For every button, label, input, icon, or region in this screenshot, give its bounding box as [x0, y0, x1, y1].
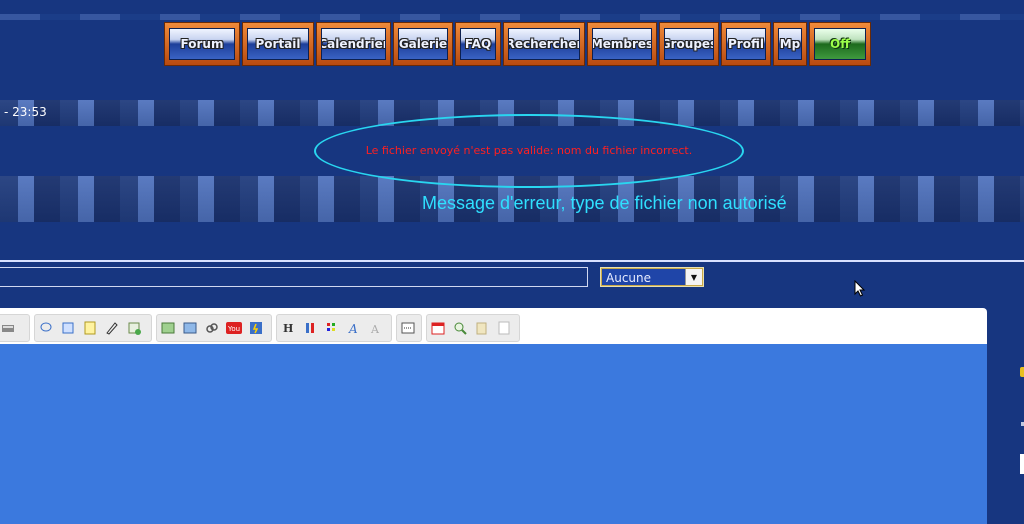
nav-galerie-label: Galerie: [398, 28, 448, 60]
svg-text:A: A: [348, 322, 358, 335]
error-annotation: Message d'erreur, type de fichier non au…: [422, 193, 787, 213]
nav-membres-button[interactable]: Membres: [587, 22, 657, 66]
nav-rechercher-button[interactable]: Rechercher: [503, 22, 585, 66]
link-icon[interactable]: [201, 318, 223, 338]
font-color-icon[interactable]: [299, 318, 321, 338]
add-icon[interactable]: [123, 318, 145, 338]
nav-off-label: Off: [814, 28, 866, 60]
toolbar-group-3: You: [156, 314, 272, 342]
svg-text:H: H: [283, 322, 293, 335]
image-icon[interactable]: [157, 318, 179, 338]
toolbar-group-4: H A A: [276, 314, 392, 342]
quote-icon[interactable]: [57, 318, 79, 338]
svg-text:You: You: [227, 325, 240, 333]
grid-icon[interactable]: [321, 318, 343, 338]
nav-calendrier-label: Calendrier: [321, 28, 386, 60]
subject-input[interactable]: [0, 267, 588, 287]
divider-line: [0, 260, 1024, 262]
chevron-down-icon[interactable]: ▼: [685, 269, 702, 285]
nav-groupes-button[interactable]: Groupes: [659, 22, 719, 66]
youtube-icon[interactable]: You: [223, 318, 245, 338]
nav-profil-button[interactable]: Profil: [721, 22, 771, 66]
toolbar-group-2: [34, 314, 152, 342]
font-icon[interactable]: A: [343, 318, 365, 338]
font-size-icon[interactable]: A: [365, 318, 387, 338]
toolbar-group-5: [396, 314, 422, 342]
nav-forum-label: Forum: [169, 28, 235, 60]
nav-portail-label: Portail: [247, 28, 309, 60]
flash-icon[interactable]: [245, 318, 267, 338]
blank-icon[interactable]: [493, 318, 515, 338]
heading-icon[interactable]: H: [277, 318, 299, 338]
svg-text:A: A: [370, 323, 380, 335]
date-icon[interactable]: [427, 318, 449, 338]
nav-off-button[interactable]: Off: [809, 22, 871, 66]
zoom-icon[interactable]: [449, 318, 471, 338]
nav-portail-button[interactable]: Portail: [242, 22, 314, 66]
nav-calendrier-button[interactable]: Calendrier: [316, 22, 391, 66]
nav-membres-label: Membres: [592, 28, 652, 60]
nav-profil-label: Profil: [726, 28, 766, 60]
category-select-value: Aucune: [602, 269, 685, 285]
nav-mp-button[interactable]: Mp: [773, 22, 807, 66]
nav-galerie-button[interactable]: Galerie: [393, 22, 453, 66]
nav-faq-button[interactable]: FAQ: [455, 22, 501, 66]
side-panel-edge: [1020, 454, 1024, 474]
toolbar-group-1: [0, 314, 30, 342]
editor-toolbar: You H A A: [0, 312, 987, 342]
error-message: Le fichier envoyé n'est pas valide: nom …: [365, 144, 693, 157]
edit-icon[interactable]: [101, 318, 123, 338]
mouse-cursor-icon: [854, 280, 866, 297]
comment-icon[interactable]: [35, 318, 57, 338]
editor-text-area[interactable]: [0, 344, 987, 524]
nav-mp-label: Mp: [778, 28, 802, 60]
category-select[interactable]: Aucune ▼: [600, 267, 704, 287]
note-icon[interactable]: [79, 318, 101, 338]
nav-forum-button[interactable]: Forum: [164, 22, 240, 66]
nav-rechercher-label: Rechercher: [508, 28, 580, 60]
nav-groupes-label: Groupes: [664, 28, 714, 60]
clipboard-icon[interactable]: [471, 318, 493, 338]
side-smiley-icon: [1020, 367, 1024, 377]
hr-icon[interactable]: [397, 318, 419, 338]
message-editor: You H A A: [0, 308, 987, 524]
top-decor-strip: [0, 14, 1024, 20]
nav-faq-label: FAQ: [460, 28, 496, 60]
main-navigation: Forum Portail Calendrier Galerie FAQ Rec…: [164, 22, 873, 68]
image-upload-icon[interactable]: [179, 318, 201, 338]
keyboard-icon[interactable]: [0, 318, 19, 338]
toolbar-group-6: [426, 314, 520, 342]
current-time: - 23:53: [4, 105, 47, 119]
